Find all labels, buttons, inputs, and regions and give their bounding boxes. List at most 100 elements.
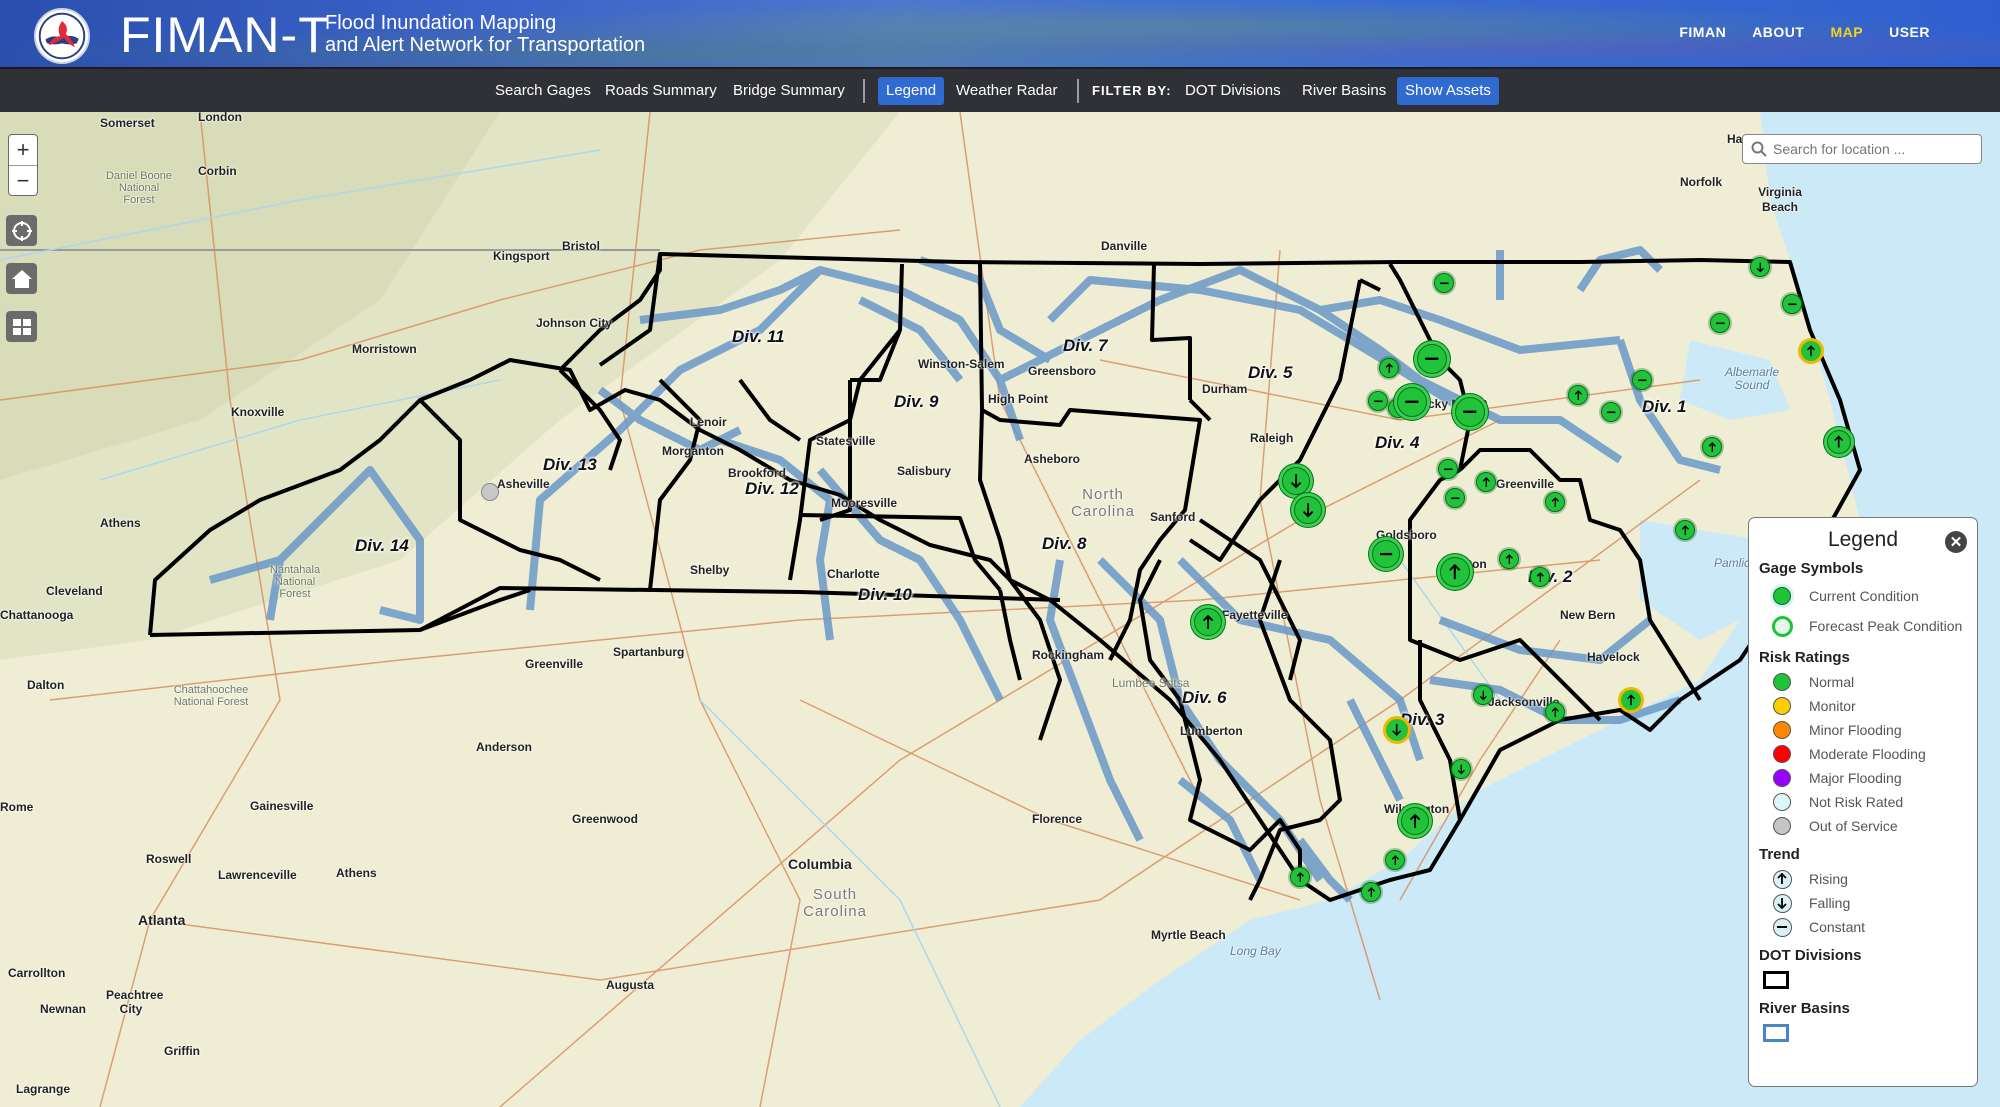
rising-arrow-icon [1806,345,1816,357]
place-label: Corbin [198,164,237,178]
map-canvas[interactable]: + − Somerset London Corbin Bristol Kings… [0,112,2000,1107]
logo-icon [38,12,86,60]
nav-fiman[interactable]: FIMAN [1679,24,1726,40]
gage-marker-rising-normal[interactable] [1361,882,1381,902]
zoom-out-button[interactable]: − [9,165,37,195]
gage-marker-rising-normal[interactable] [1476,472,1496,492]
gage-marker-rising-normal[interactable] [1401,807,1429,835]
legend-item-risk: Out of Service [1759,814,1967,838]
bridge-summary-button[interactable]: Bridge Summary [725,77,853,105]
gage-marker-rising-normal[interactable] [1545,492,1565,512]
gage-marker-rising-normal[interactable] [1194,608,1222,636]
roads-summary-button[interactable]: Roads Summary [597,77,725,105]
gage-marker-rising-normal[interactable] [1530,567,1550,587]
rising-arrow-icon [1449,564,1461,580]
basemap-gallery-button[interactable] [6,311,37,342]
gage-marker-constant-normal[interactable] [1601,402,1621,422]
gage-marker-falling-monitor[interactable] [1383,716,1411,744]
division-label: Div. 10 [858,585,912,604]
rising-arrow-icon [1708,441,1716,452]
gage-marker-falling-normal[interactable] [1294,496,1322,524]
gage-marker-rising-monitor[interactable] [1798,338,1824,364]
gage-marker-falling-normal[interactable] [1473,685,1493,705]
gage-marker-rising-normal[interactable] [1568,385,1588,405]
gage-marker-constant-normal[interactable] [1445,488,1465,508]
home-button[interactable] [6,263,37,294]
show-assets-button[interactable]: Show Assets [1397,77,1499,105]
gage-marker-rising-normal[interactable] [1702,437,1722,457]
gage-marker-rising-monitor[interactable] [1618,687,1644,713]
division-label: Div. 11 [732,327,785,346]
legend-section-trend: Trend [1759,846,1800,863]
location-search[interactable] [1742,134,1982,164]
gage-marker-falling-normal[interactable] [1282,467,1310,495]
legend-item-falling: Falling [1759,891,1967,915]
zoom-in-button[interactable]: + [9,135,37,165]
place-label: High Point [988,392,1048,406]
gage-marker-constant-normal[interactable] [1368,391,1388,411]
place-label: Asheville [497,477,550,491]
nav-map[interactable]: MAP [1830,24,1863,40]
constant-dash-icon [1606,411,1616,413]
place-label: Cleveland [46,584,103,598]
gage-marker-rising-normal[interactable] [1827,430,1851,454]
place-label: Durham [1202,382,1248,396]
locate-button[interactable] [6,215,37,246]
gage-marker-falling-normal[interactable] [1750,257,1770,277]
gage-marker-constant-normal[interactable] [1438,459,1458,479]
toolbar-divider [863,79,865,103]
gage-marker-constant-normal[interactable] [1782,294,1802,314]
gage-marker-rising-normal[interactable] [1440,557,1470,587]
place-label: Peachtree City [106,988,164,1016]
gage-marker-constant-normal[interactable] [1417,344,1447,374]
legend-button[interactable]: Legend [878,77,945,105]
gage-marker-constant-normal[interactable] [1455,397,1485,427]
place-label: Greenwood [572,812,639,826]
forest-label: Nantahala National Forest [269,564,321,600]
water-label: Long Bay [1230,944,1281,958]
place-label: Virginia Beach [1758,185,1802,214]
river-basins-filter[interactable]: River Basins [1294,77,1394,105]
basemap [0,112,2000,1107]
place-label: Lenoir [690,415,727,429]
gage-marker-constant-normal[interactable] [1632,370,1652,390]
gage-marker-rising-normal[interactable] [1675,520,1695,540]
gage-marker-constant-normal[interactable] [1710,313,1730,333]
rising-arrow-icon [1367,886,1375,897]
legend-panel: Legend ✕ Gage Symbols Current Condition … [1748,517,1978,1087]
division-label: Div. 8 [1042,534,1087,553]
gage-marker-out-of-service-out-of-service[interactable] [481,483,499,501]
gage-marker-rising-normal[interactable] [1385,850,1405,870]
rising-arrow-icon [1391,854,1399,865]
nav-about[interactable]: ABOUT [1752,24,1804,40]
legend-close-button[interactable]: ✕ [1945,531,1967,553]
gage-marker-rising-normal[interactable] [1290,867,1310,887]
place-label: Atlanta [138,912,186,928]
dot-divisions-filter[interactable]: DOT Divisions [1177,77,1289,105]
weather-radar-button[interactable]: Weather Radar [948,77,1065,105]
legend-item-dot-divisions [1759,968,1967,992]
place-label: Greenville [1496,477,1555,491]
place-label: Newnan [40,1002,87,1016]
nav-user[interactable]: USER [1889,24,1930,40]
place-label: Mooresville [831,496,898,510]
gage-marker-falling-normal[interactable] [1451,759,1471,779]
risk-color-swatch [1773,697,1791,715]
location-search-input[interactable] [1773,141,1973,157]
gage-marker-constant-normal[interactable] [1372,540,1400,568]
place-label: Chattanooga [0,608,74,622]
constant-dash-icon [1425,357,1439,361]
division-label: Div. 5 [1248,363,1293,382]
gage-marker-constant-normal[interactable] [1397,387,1427,417]
constant-dash-icon [1772,917,1792,937]
gage-marker-rising-normal[interactable] [1545,702,1565,722]
gage-marker-rising-normal[interactable] [1379,358,1399,378]
search-gages-button[interactable]: Search Gages [487,77,599,105]
crosshair-icon [11,220,32,241]
app-subtitle: Flood Inundation Mapping and Alert Netwo… [325,12,645,56]
gage-marker-constant-normal[interactable] [1434,273,1454,293]
gage-marker-rising-normal[interactable] [1499,549,1519,569]
place-label: Roswell [146,852,192,866]
place-label: London [198,112,242,124]
ncdot-logo[interactable] [34,8,90,64]
